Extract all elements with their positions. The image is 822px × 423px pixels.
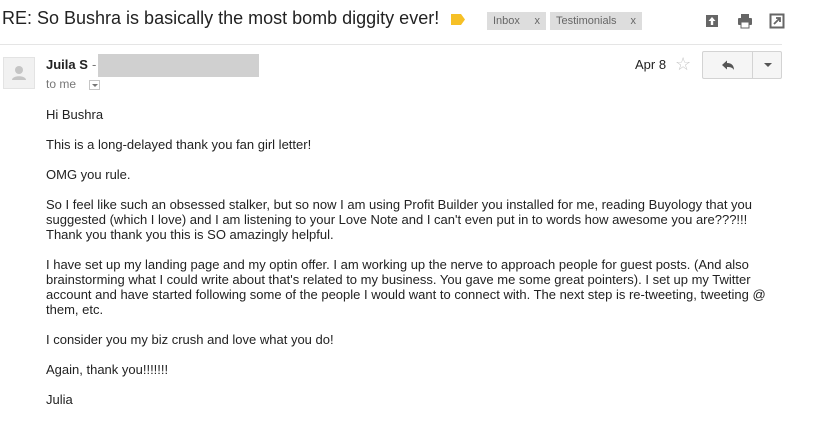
body-paragraph: I consider you my biz crush and love wha… xyxy=(46,332,334,347)
message-body: Hi Bushra This is a long-delayed thank y… xyxy=(46,107,768,422)
star-icon[interactable]: ☆ xyxy=(675,55,691,73)
body-paragraph: I have set up my landing page and my opt… xyxy=(46,257,766,317)
label-tag-icon xyxy=(451,14,465,25)
body-paragraph: OMG you rule. xyxy=(46,167,131,182)
body-paragraph: Again, thank you!!!!!!! xyxy=(46,362,169,377)
label-chip-text: Testimonials xyxy=(556,15,617,27)
message-date: Apr 8 xyxy=(635,57,667,72)
reply-button-group xyxy=(702,51,782,79)
show-details-button[interactable] xyxy=(89,80,100,90)
label-chip-testimonials[interactable]: Testimonials x xyxy=(550,12,642,30)
email-subject: RE: So Bushra is basically the most bomb… xyxy=(2,8,440,28)
reply-button[interactable] xyxy=(703,52,753,78)
greeting: Hi Bushra xyxy=(46,107,104,122)
recipient-label: to me xyxy=(46,77,77,91)
avatar xyxy=(3,57,35,89)
expand-icon[interactable] xyxy=(769,13,785,29)
more-actions-button[interactable] xyxy=(753,52,781,78)
signature: Julia xyxy=(46,392,73,407)
label-chip-text: Inbox xyxy=(493,15,520,27)
label-chip-inbox[interactable]: Inbox x xyxy=(487,12,546,30)
open-in-new-window-icon[interactable] xyxy=(704,13,720,29)
remove-label-button[interactable]: x xyxy=(631,12,637,30)
header-divider xyxy=(0,44,782,45)
reply-icon xyxy=(722,60,734,70)
person-icon xyxy=(12,66,26,80)
print-icon[interactable] xyxy=(737,13,753,29)
body-paragraph: This is a long-delayed thank you fan gir… xyxy=(46,137,312,152)
sender-separator: - xyxy=(92,57,97,72)
remove-label-button[interactable]: x xyxy=(535,12,541,30)
body-paragraph: So I feel like such an obsessed stalker,… xyxy=(46,197,752,242)
sender-name[interactable]: Juila S xyxy=(46,57,88,72)
redacted-sender-email xyxy=(98,54,259,77)
